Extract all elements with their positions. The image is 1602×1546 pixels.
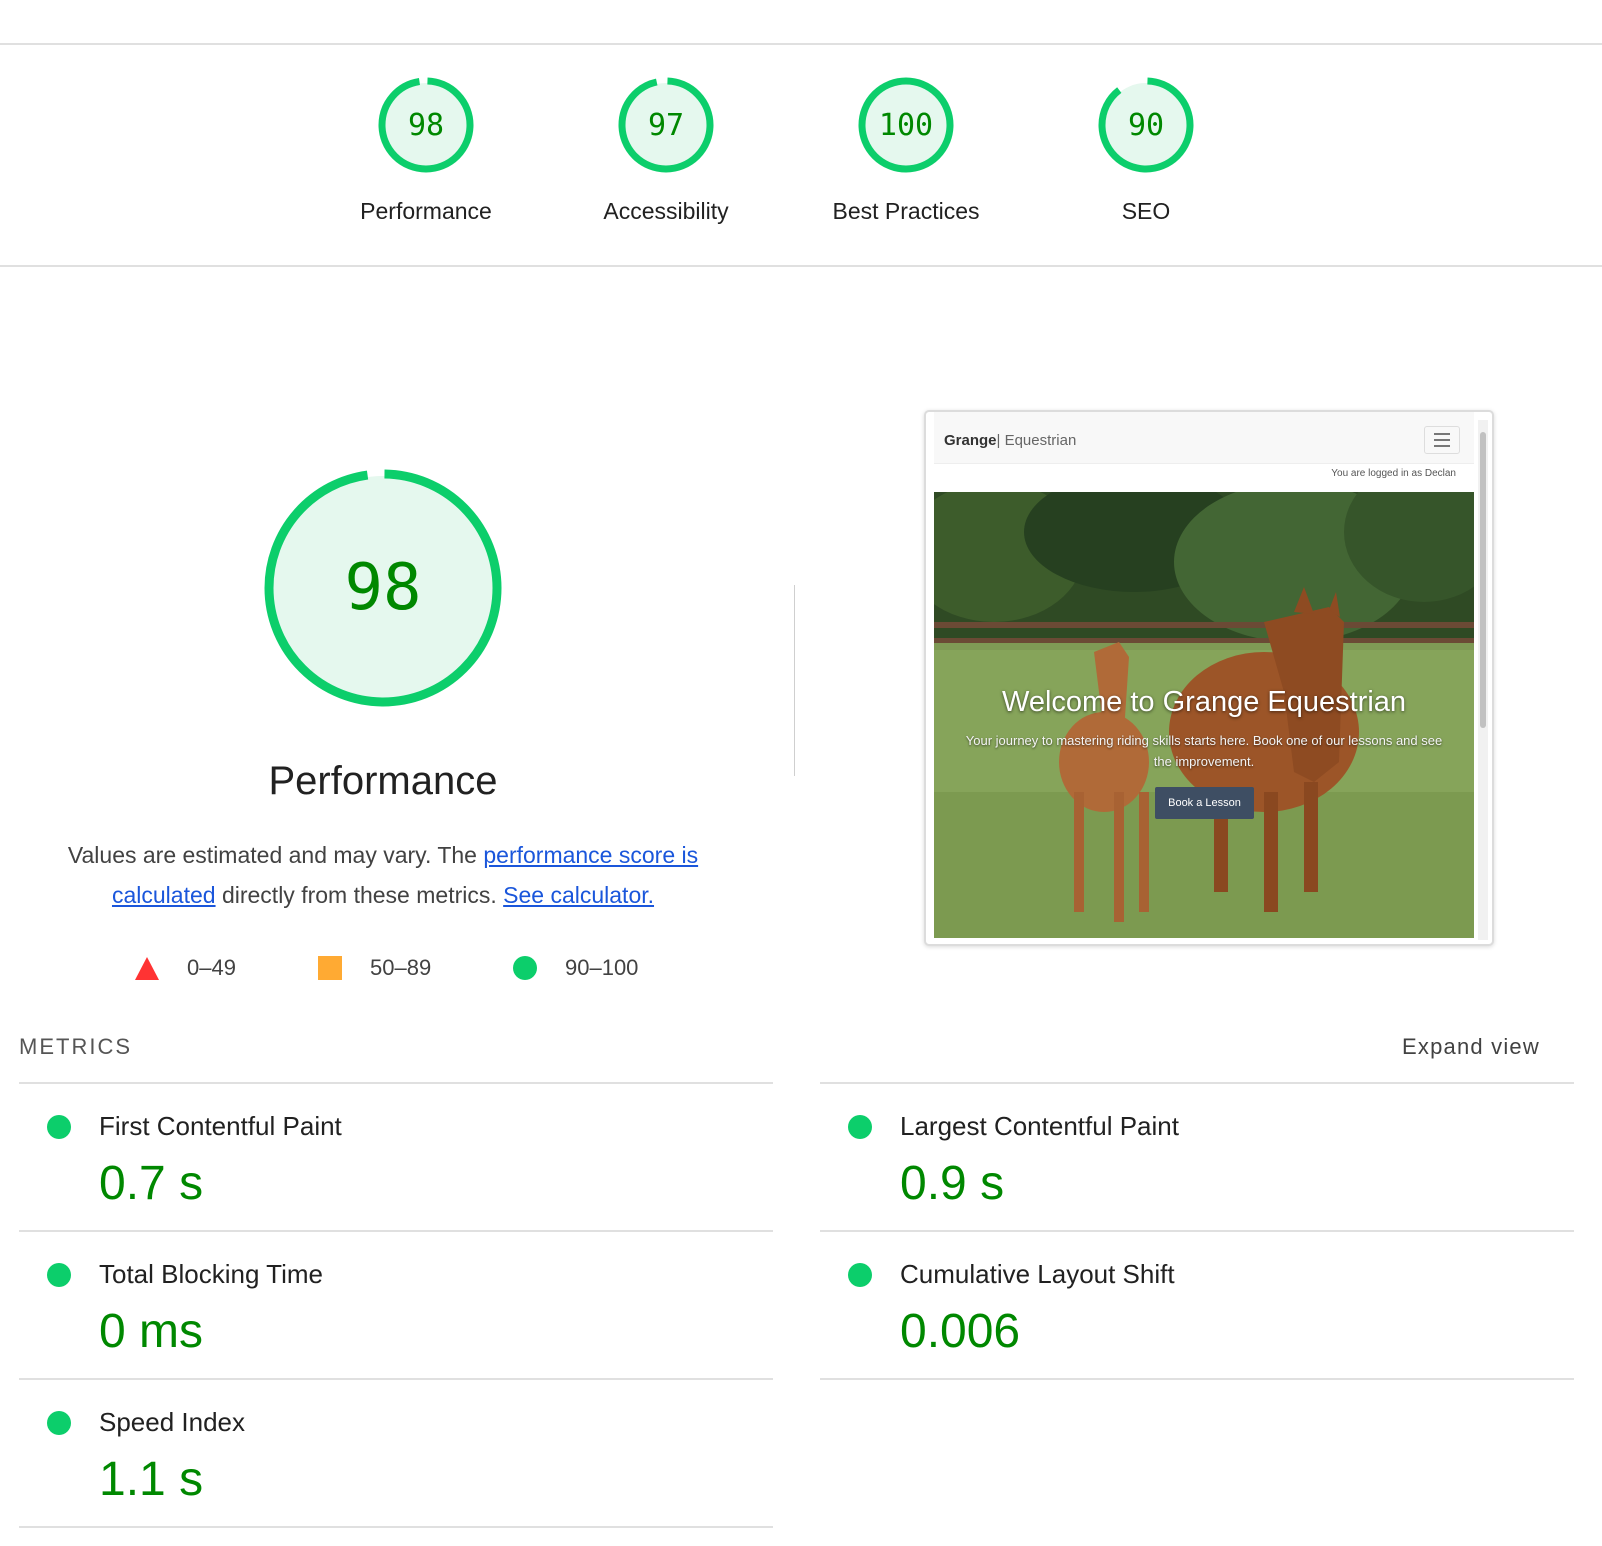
metric-title: Largest Contentful Paint bbox=[900, 1111, 1179, 1141]
gauge-ring: 90 bbox=[1097, 76, 1195, 174]
circle-icon bbox=[513, 956, 537, 980]
metrics-divider bbox=[820, 1378, 1574, 1380]
metric-total-blocking-time: Total Blocking Time 0 ms bbox=[19, 1232, 739, 1372]
metric-cumulative-layout-shift: Cumulative Layout Shift 0.006 bbox=[820, 1232, 1540, 1372]
legend-average: 50–89 bbox=[318, 953, 431, 983]
legend-range: 50–89 bbox=[370, 955, 432, 980]
metric-value: 0.006 bbox=[900, 1305, 1021, 1358]
vertical-divider bbox=[794, 585, 795, 776]
performance-score: 98 bbox=[344, 551, 422, 625]
gauge-label: Performance bbox=[360, 198, 492, 224]
description-text: directly from these metrics. bbox=[215, 882, 504, 908]
gauge-performance[interactable]: 98 Performance bbox=[306, 76, 546, 225]
metric-first-contentful-paint: First Contentful Paint 0.7 s bbox=[19, 1084, 739, 1224]
metric-largest-contentful-paint: Largest Contentful Paint 0.9 s bbox=[820, 1084, 1540, 1224]
gauge-score: 100 bbox=[878, 107, 934, 143]
performance-gauge: 98 bbox=[262, 467, 504, 709]
gauge-label: Accessibility bbox=[603, 198, 729, 224]
metric-speed-index: Speed Index 1.1 s bbox=[19, 1380, 739, 1520]
screenshot-scrollbar bbox=[1478, 420, 1488, 940]
metric-value: 0 ms bbox=[99, 1305, 204, 1358]
gauge-label: SEO bbox=[1121, 198, 1171, 224]
gauge-accessibility[interactable]: 97 Accessibility bbox=[546, 76, 786, 225]
screenshot-brand: Grange| Equestrian bbox=[944, 432, 1076, 449]
metric-title: Speed Index bbox=[99, 1407, 246, 1437]
scrollbar-thumb bbox=[1480, 432, 1486, 728]
gauge-ring: 97 bbox=[617, 76, 715, 174]
see-calculator-link[interactable]: See calculator. bbox=[503, 882, 654, 908]
description-text: Values are estimated and may vary. The bbox=[67, 842, 484, 868]
gauge-seo[interactable]: 90 SEO bbox=[1026, 76, 1266, 225]
top-divider bbox=[0, 43, 1602, 45]
metrics-heading: METRICS bbox=[19, 1034, 132, 1059]
metric-title: Cumulative Layout Shift bbox=[900, 1259, 1175, 1289]
metric-title: Total Blocking Time bbox=[99, 1259, 323, 1289]
summary-divider bbox=[0, 265, 1602, 267]
brand-name: Grange bbox=[944, 432, 997, 449]
pass-dot-icon bbox=[47, 1263, 71, 1287]
performance-title: Performance bbox=[268, 759, 498, 803]
metric-title: First Contentful Paint bbox=[99, 1111, 342, 1141]
gauge-score: 97 bbox=[647, 107, 685, 143]
pass-dot-icon bbox=[47, 1411, 71, 1435]
screenshot-hero: Welcome to Grange Equestrian Your journe… bbox=[934, 492, 1474, 938]
metric-value: 0.7 s bbox=[99, 1157, 204, 1210]
performance-description: Values are estimated and may vary. The p… bbox=[33, 835, 733, 915]
gauge-score: 90 bbox=[1127, 107, 1165, 143]
hero-title: Welcome to Grange Equestrian bbox=[1001, 686, 1407, 718]
pass-dot-icon bbox=[848, 1115, 872, 1139]
square-icon bbox=[318, 956, 342, 980]
pass-dot-icon bbox=[47, 1115, 71, 1139]
book-lesson-button: Book a Lesson bbox=[1155, 787, 1254, 819]
screenshot-navbar: Grange| Equestrian bbox=[934, 412, 1474, 464]
gauge-ring: 98 bbox=[377, 76, 475, 174]
hero-subtitle: Your journey to mastering riding skills … bbox=[965, 733, 1443, 769]
legend-pass: 90–100 bbox=[513, 953, 638, 983]
hamburger-menu-icon bbox=[1424, 426, 1460, 454]
legend-range: 0–49 bbox=[187, 955, 236, 980]
metric-value: 0.9 s bbox=[900, 1157, 1005, 1210]
final-screenshot[interactable]: Grange| Equestrian You are logged in as … bbox=[924, 410, 1494, 946]
brand-sub: Equestrian bbox=[1000, 432, 1077, 449]
gauge-best-practices[interactable]: 100 Best Practices bbox=[786, 76, 1026, 225]
metric-value: 1.1 s bbox=[99, 1453, 204, 1506]
legend-range: 90–100 bbox=[565, 955, 639, 980]
logged-in-text: You are logged in as Declan bbox=[1331, 468, 1456, 479]
gauge-label: Best Practices bbox=[832, 198, 980, 224]
legend-fail: 0–49 bbox=[135, 953, 236, 983]
triangle-icon bbox=[135, 956, 159, 980]
gauge-score: 98 bbox=[407, 107, 445, 143]
expand-view-button[interactable]: Expand view bbox=[1402, 1034, 1540, 1060]
pass-dot-icon bbox=[848, 1263, 872, 1287]
gauge-ring: 100 bbox=[857, 76, 955, 174]
metrics-divider bbox=[19, 1526, 773, 1528]
